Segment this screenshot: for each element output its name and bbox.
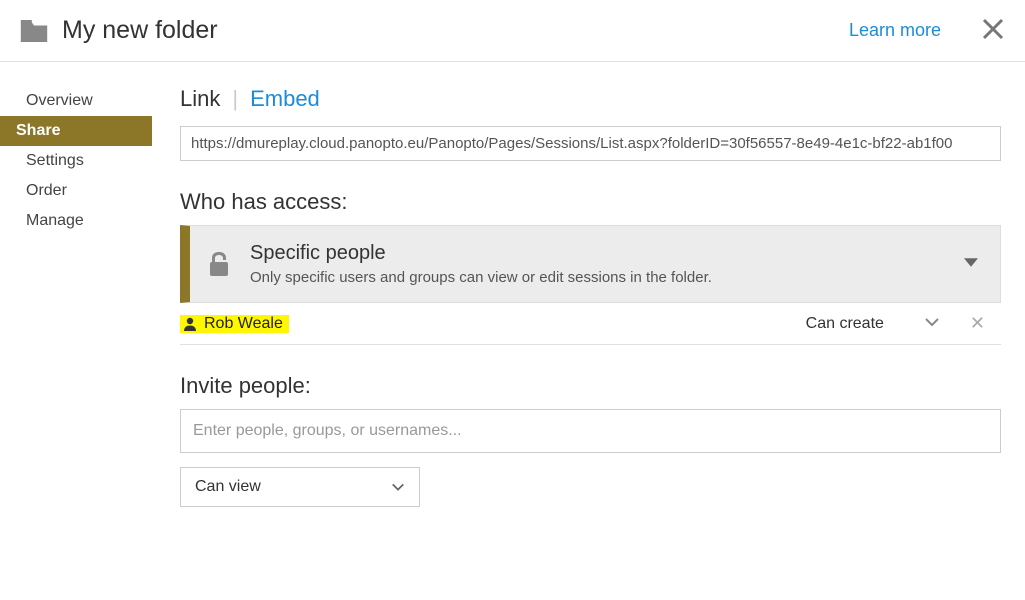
chevron-down-icon: [924, 314, 940, 330]
who-has-access-heading: Who has access:: [180, 189, 1001, 215]
user-permission-dropdown[interactable]: [924, 314, 940, 333]
page-title: My new folder: [62, 16, 218, 45]
sidebar-item-settings[interactable]: Settings: [16, 146, 170, 176]
access-text: Specific people Only specific users and …: [250, 242, 712, 286]
invite-people-input[interactable]: [180, 409, 1001, 453]
close-button[interactable]: [981, 17, 1005, 44]
invite-people-heading: Invite people:: [180, 373, 1001, 399]
close-icon: [981, 17, 1005, 41]
learn-more-link[interactable]: Learn more: [849, 20, 941, 41]
sidebar-nav: Overview Share Settings Order Manage: [0, 62, 170, 507]
access-title: Specific people: [250, 242, 712, 265]
tab-link[interactable]: Link: [180, 86, 220, 112]
lock-icon: [208, 250, 230, 278]
chevron-down-icon: [964, 256, 978, 273]
user-name: Rob Weale: [204, 315, 283, 333]
access-level-selector[interactable]: Specific people Only specific users and …: [180, 225, 1001, 303]
sidebar-item-order[interactable]: Order: [16, 176, 170, 206]
tab-separator: |: [232, 86, 238, 112]
user-highlight: Rob Weale: [180, 315, 289, 333]
remove-user-button[interactable]: ✕: [970, 313, 985, 334]
sidebar-item-manage[interactable]: Manage: [16, 206, 170, 236]
invite-permission-select[interactable]: Can view: [180, 467, 420, 507]
share-url-input[interactable]: [180, 126, 1001, 161]
main-panel: Link | Embed Who has access: Specific pe…: [170, 62, 1025, 507]
chevron-down-icon: [391, 480, 405, 494]
user-icon: [182, 316, 198, 332]
dialog-header: My new folder Learn more: [0, 0, 1025, 62]
sidebar-item-share[interactable]: Share: [0, 116, 152, 146]
folder-icon: [20, 20, 48, 42]
invite-permission-value: Can view: [195, 478, 261, 496]
access-description: Only specific users and groups can view …: [250, 269, 712, 286]
sidebar-item-overview[interactable]: Overview: [16, 86, 170, 116]
access-user-row: Rob Weale Can create ✕: [180, 303, 1001, 345]
share-tabs: Link | Embed: [180, 86, 1001, 112]
user-permission-label[interactable]: Can create: [806, 315, 884, 333]
tab-embed[interactable]: Embed: [250, 86, 320, 112]
